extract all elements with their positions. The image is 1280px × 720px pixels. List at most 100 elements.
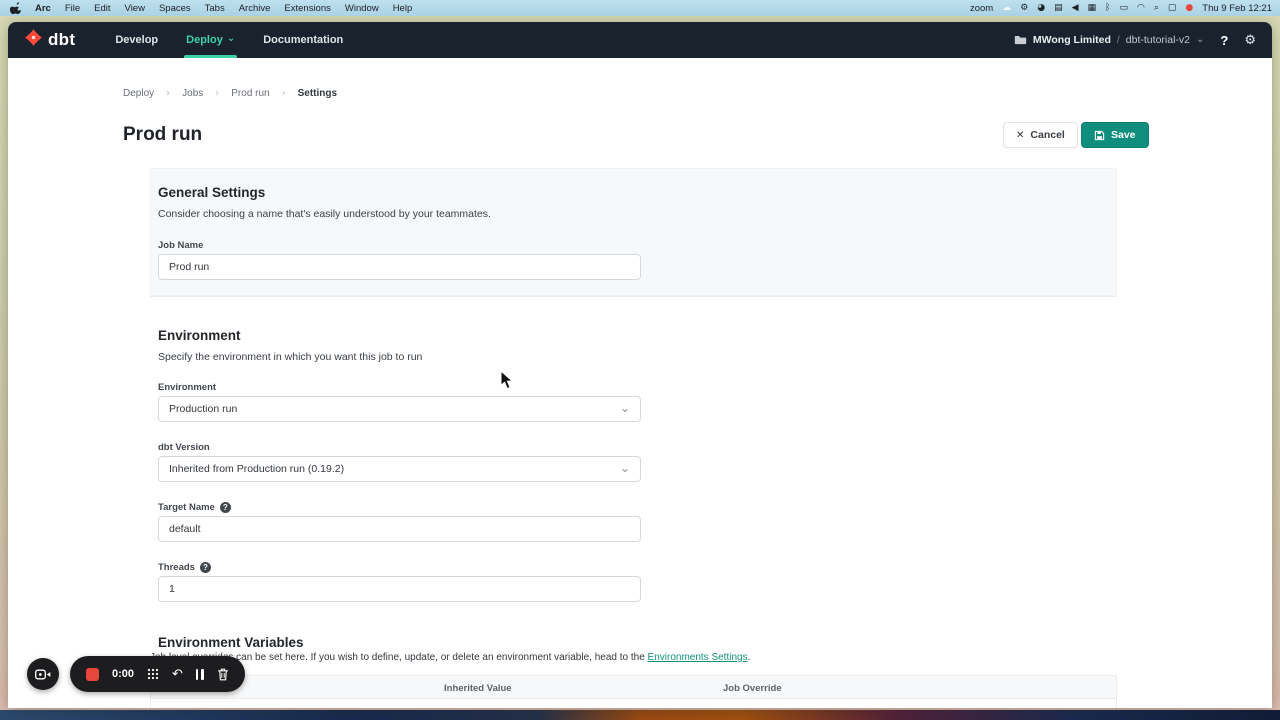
recording-toolbar: 0:00 ↶ — [70, 656, 245, 692]
keyboard-icon[interactable]: ▤ — [1054, 4, 1063, 13]
menu-archive[interactable]: Archive — [232, 3, 278, 14]
cloud-icon[interactable]: ☁ — [1002, 4, 1011, 13]
display-icon[interactable]: ▢ — [1168, 4, 1177, 13]
search-icon[interactable]: ⌕ — [1154, 4, 1159, 13]
dbt-logo-icon — [24, 28, 43, 52]
menu-arc[interactable]: Arc — [28, 3, 58, 14]
record-dot-icon[interactable]: ● — [1185, 4, 1193, 13]
menu-file[interactable]: File — [58, 3, 87, 14]
help-circle-icon[interactable]: ? — [200, 562, 211, 573]
environment-variables-description: Job level overrides can be set here. If … — [150, 652, 1050, 663]
save-button-label: Save — [1111, 129, 1136, 141]
folder-icon — [1014, 35, 1027, 45]
calendar-icon[interactable]: ▦ — [1088, 4, 1097, 13]
column-job-override: Job Override — [723, 683, 782, 694]
environments-settings-link[interactable]: Environments Settings — [648, 652, 748, 663]
threads-label: Threads ? — [158, 562, 211, 573]
settings-gear-icon[interactable]: ⚙ — [1244, 33, 1256, 48]
breadcrumb-settings: Settings — [298, 88, 337, 99]
breadcrumb-separator-icon: › — [166, 88, 170, 99]
pause-icon[interactable] — [196, 669, 204, 680]
column-inherited-value: Inherited Value — [444, 683, 512, 694]
env-vars-table-header: Inherited Value Job Override — [150, 675, 1117, 699]
breadcrumb-separator-icon: › — [282, 88, 286, 99]
environment-select-value: Production run — [169, 403, 237, 415]
clock-icon[interactable]: ◕ — [1037, 4, 1045, 13]
menu-spaces[interactable]: Spaces — [152, 3, 198, 14]
environment-title: Environment — [158, 328, 241, 343]
page-title: Prod run — [123, 124, 202, 146]
target-name-label: Target Name ? — [158, 502, 231, 513]
help-icon[interactable]: ? — [1220, 33, 1228, 48]
target-name-label-text: Target Name — [158, 502, 215, 513]
menu-tabs[interactable]: Tabs — [198, 3, 232, 14]
dbt-logo[interactable]: dbt — [24, 28, 75, 52]
menu-extensions[interactable]: Extensions — [277, 3, 337, 14]
breadcrumb-prod-run[interactable]: Prod run — [231, 88, 269, 99]
threads-input[interactable] — [158, 576, 641, 602]
dbt-version-label-text: dbt Version — [158, 442, 210, 453]
job-name-label: Job Name — [158, 240, 203, 251]
general-settings-description: Consider choosing a name that's easily u… — [158, 208, 491, 220]
env-vars-table-row — [150, 699, 1117, 708]
battery-icon[interactable]: ▭ — [1119, 4, 1128, 13]
breadcrumb-jobs[interactable]: Jobs — [182, 88, 203, 99]
nav-develop-label: Develop — [115, 34, 158, 46]
dbt-version-select-value: Inherited from Production run (0.19.2) — [169, 463, 344, 475]
menu-help[interactable]: Help — [386, 3, 420, 14]
main-nav: Develop Deploy ⌄ Documentation — [103, 22, 355, 58]
browser-window: dbt Develop Deploy ⌄ Documentation MWong… — [8, 22, 1272, 708]
volume-icon[interactable]: ◀ — [1072, 4, 1079, 13]
zoom-menu-label[interactable]: zoom — [970, 3, 993, 14]
close-icon: ✕ — [1016, 130, 1024, 141]
account-switcher[interactable]: MWong Limited / dbt-tutorial-v2 ⌄ — [1014, 34, 1204, 46]
environment-label: Environment — [158, 382, 216, 393]
menubar-clock[interactable]: Thu 9 Feb 12:21 — [1202, 3, 1272, 14]
stop-recording-button[interactable] — [86, 668, 99, 681]
section-divider — [150, 296, 1117, 297]
trash-icon[interactable] — [217, 668, 229, 681]
chevron-down-icon: ⌄ — [620, 401, 630, 415]
gear-icon[interactable]: ⚙ — [1020, 4, 1028, 13]
menu-window[interactable]: Window — [338, 3, 386, 14]
environment-select[interactable]: Production run ⌄ — [158, 396, 641, 422]
menubar-status-area: zoom ☁ ⚙ ◕ ▤ ◀ ▦ ᛒ ▭ ◠ ⌕ ▢ ● Thu 9 Feb 1… — [970, 3, 1272, 14]
desktop-wallpaper-strip — [0, 707, 1280, 720]
camera-toggle-button[interactable] — [27, 658, 59, 690]
cancel-button-label: Cancel — [1030, 129, 1064, 141]
dbt-logo-text: dbt — [48, 30, 75, 50]
breadcrumb-deploy[interactable]: Deploy — [123, 88, 154, 99]
target-name-input[interactable] — [158, 516, 641, 542]
chevron-down-icon: ⌄ — [620, 461, 630, 475]
save-icon — [1094, 130, 1105, 141]
menu-edit[interactable]: Edit — [87, 3, 117, 14]
cancel-button[interactable]: ✕ Cancel — [1003, 122, 1078, 148]
environment-variables-title: Environment Variables — [158, 635, 304, 650]
help-circle-icon[interactable]: ? — [220, 502, 231, 513]
chevron-down-icon: ⌄ — [1196, 34, 1204, 45]
env-vars-description-suffix: . — [748, 652, 751, 663]
drag-handle-icon[interactable] — [147, 668, 159, 680]
account-separator: / — [1117, 34, 1120, 46]
dbt-header: dbt Develop Deploy ⌄ Documentation MWong… — [8, 22, 1272, 58]
video-camera-icon — [35, 669, 51, 680]
menu-view[interactable]: View — [118, 3, 152, 14]
header-right: MWong Limited / dbt-tutorial-v2 ⌄ ? ⚙ — [1014, 33, 1256, 48]
job-name-input[interactable] — [158, 254, 641, 280]
wifi-icon[interactable]: ◠ — [1137, 4, 1145, 13]
breadcrumb-separator-icon: › — [215, 88, 219, 99]
general-settings-title: General Settings — [158, 185, 265, 200]
nav-deploy[interactable]: Deploy ⌄ — [174, 22, 247, 58]
project-name: dbt-tutorial-v2 — [1126, 34, 1190, 46]
bluetooth-icon[interactable]: ᛒ — [1105, 4, 1110, 13]
save-button[interactable]: Save — [1081, 122, 1149, 148]
recording-timer: 0:00 — [112, 668, 134, 680]
dbt-version-select[interactable]: Inherited from Production run (0.19.2) ⌄ — [158, 456, 641, 482]
undo-icon[interactable]: ↶ — [172, 668, 183, 681]
breadcrumb: Deploy › Jobs › Prod run › Settings — [123, 88, 337, 99]
nav-documentation-label: Documentation — [263, 34, 343, 46]
nav-documentation[interactable]: Documentation — [251, 22, 355, 58]
nav-develop[interactable]: Develop — [103, 22, 170, 58]
dbt-version-label: dbt Version — [158, 442, 210, 453]
apple-menu-icon[interactable] — [8, 2, 22, 14]
